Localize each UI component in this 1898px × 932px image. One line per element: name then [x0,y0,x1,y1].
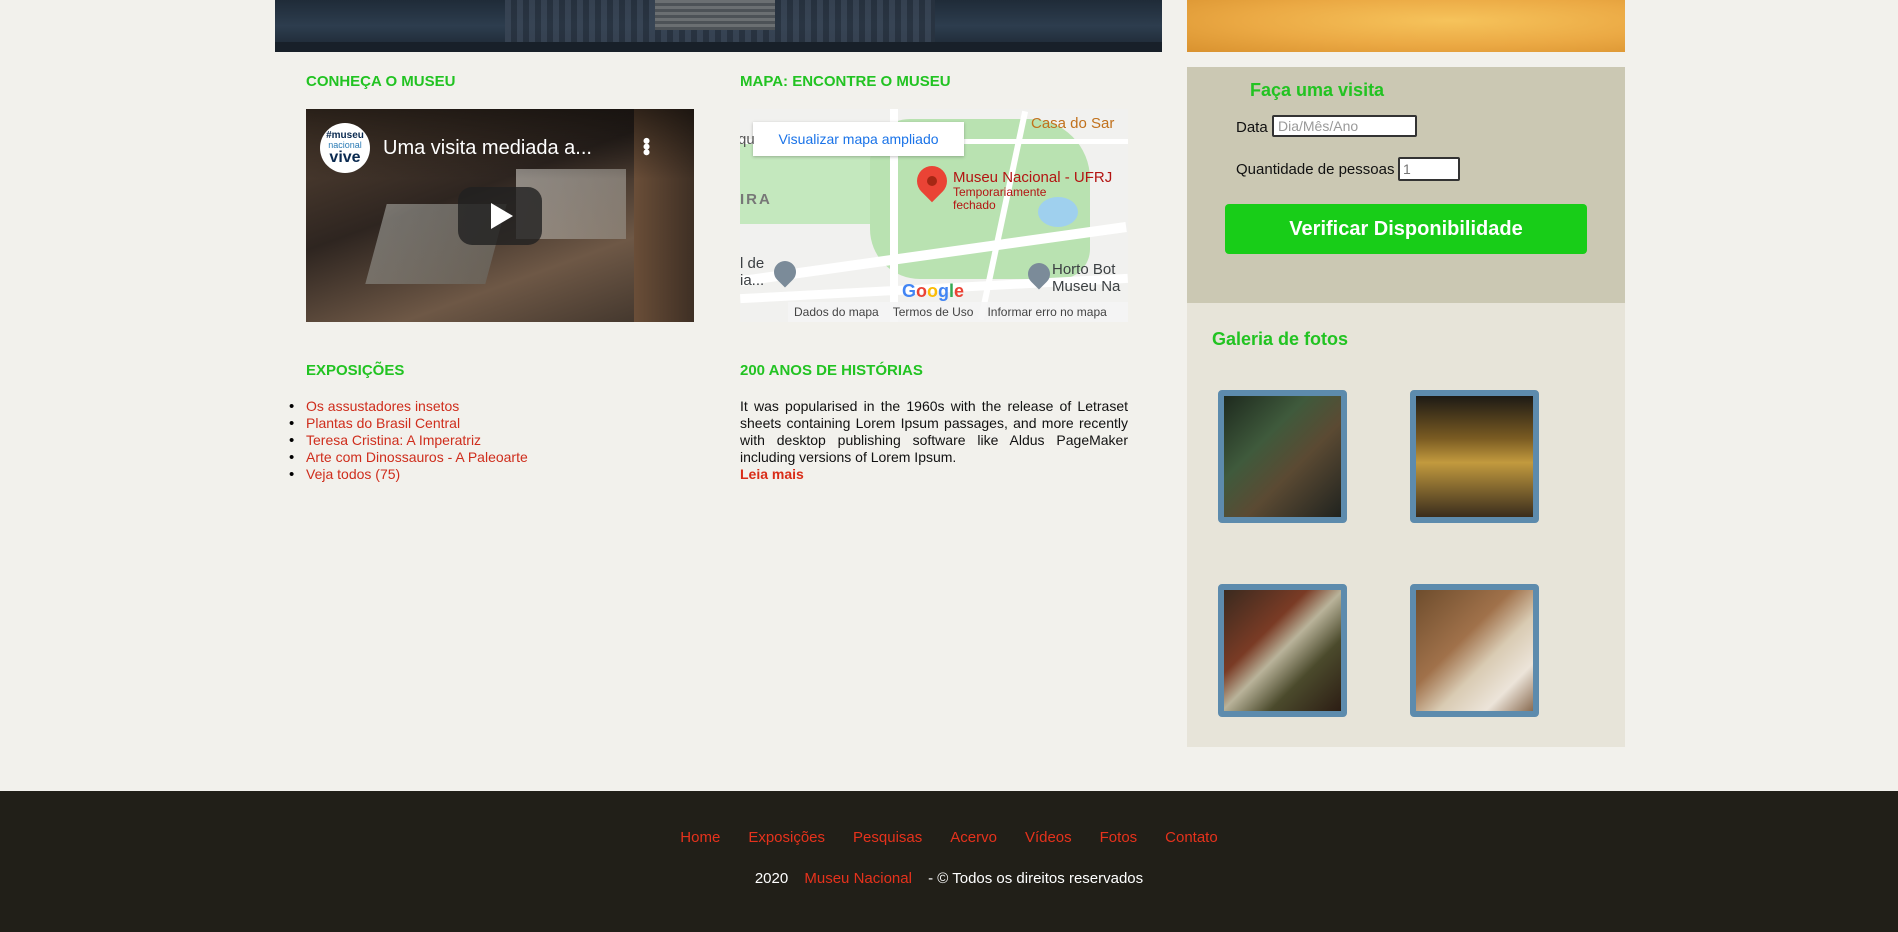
gallery-title: Galeria de fotos [1212,329,1349,349]
map-attribution-bar: Dados do mapa Termos de Uso Informar err… [788,302,1128,322]
footer-link-home[interactable]: Home [680,829,720,846]
map-place-status: Temporariamente fechado [953,185,1047,212]
google-logo: Google [902,281,964,302]
exhibition-link[interactable]: Plantas do Brasil Central [306,415,460,431]
map-section-title: MAPA: ENCONTRE O MUSEU [740,73,951,90]
footer-link-acervo[interactable]: Acervo [950,829,997,846]
exhibitions-section-title: EXPOSIÇÕES [306,362,405,379]
hero-side-image [1187,0,1625,52]
exhibition-link[interactable]: Teresa Cristina: A Imperatriz [306,432,481,448]
map-data-link[interactable]: Dados do mapa [794,305,879,319]
google-letter: G [902,281,917,301]
list-item: Veja todos (75) [289,466,528,483]
footer-link-videos[interactable]: Vídeos [1025,829,1072,846]
gallery-photo[interactable] [1218,390,1347,523]
google-letter: o [916,281,928,301]
channel-avatar-line1: #museu [326,129,364,141]
map-label-ira: IRA [740,191,772,208]
view-larger-map-link[interactable]: Visualizar mapa ampliado [753,122,964,156]
exhibition-link[interactable]: Os assustadores insetos [306,398,459,414]
map-label-ia: ia... [740,272,765,289]
people-quantity-label: Quantidade de pessoas [1236,161,1395,178]
footer-link-pesquisas[interactable]: Pesquisas [853,829,922,846]
map-terms-link[interactable]: Termos de Uso [893,305,974,319]
list-item: Plantas do Brasil Central [289,415,528,432]
visit-form-title: Faça uma visita [1250,80,1385,100]
gallery-photo[interactable] [1410,584,1539,717]
museum-section-title: CONHEÇA O MUSEU [306,73,456,90]
channel-avatar-line3: vive [329,148,361,166]
copyright-text: - © Todos os direitos reservados [928,870,1144,887]
map-label-horto: Horto Bot [1052,261,1116,278]
people-quantity-input[interactable] [1398,157,1460,181]
video-embed[interactable]: #museu nacional vive Uma visita mediada … [306,109,694,322]
google-letter: g [938,281,950,301]
list-item: Arte com Dinossauros - A Paleoarte [289,449,528,466]
date-input[interactable] [1272,115,1417,137]
channel-avatar[interactable]: #museu nacional vive [320,123,370,173]
map-label-museu-na: Museu Na [1052,278,1121,295]
map-label-casa: Casa do Sar [1031,115,1115,132]
list-item: Os assustadores insetos [289,398,528,415]
kebab-icon[interactable]: ••• [634,137,659,154]
copyright-year: 2020 [754,870,789,887]
see-all-exhibitions-link[interactable]: Veja todos (75) [306,466,400,482]
check-availability-button[interactable]: Verificar Disponibilidade [1225,204,1587,254]
read-more-link[interactable]: Leia mais [740,466,804,482]
play-icon[interactable] [458,187,542,245]
map-label-qu: qu [740,131,755,148]
exhibitions-list: Os assustadores insetos Plantas do Brasi… [289,398,528,483]
visit-form-panel [1187,67,1625,303]
gallery-photo[interactable] [1218,584,1347,717]
exhibition-link[interactable]: Arte com Dinossauros - A Paleoarte [306,449,528,465]
map-report-link[interactable]: Informar erro no mapa [987,305,1106,319]
map-place-name[interactable]: Museu Nacional - UFRJ [953,169,1112,186]
video-title[interactable]: Uma visita mediada a... [383,137,633,160]
footer-link-contato[interactable]: Contato [1165,829,1218,846]
history-text: It was popularised in the 1960s with the… [740,398,1128,465]
hero-image [275,0,1162,52]
map-embed[interactable]: Visualizar mapa ampliado Casa do Sar qu … [740,109,1128,322]
gallery-photo[interactable] [1410,390,1539,523]
footer-brand-link[interactable]: Museu Nacional [804,870,912,887]
footer-link-fotos[interactable]: Fotos [1100,829,1138,846]
history-section-title: 200 ANOS DE HISTÓRIAS [740,362,923,379]
google-letter: o [927,281,939,301]
date-label: Data [1236,119,1268,136]
copyright: 2020 Museu Nacional - © Todos os direito… [0,870,1898,887]
map-label-de: l de [740,255,765,272]
list-item: Teresa Cristina: A Imperatriz [289,432,528,449]
place-pin-icon[interactable] [769,256,801,288]
footer-nav: Home Exposições Pesquisas Acervo Vídeos … [0,829,1898,846]
site-footer [0,791,1898,932]
footer-link-exposicoes[interactable]: Exposições [748,829,825,846]
google-letter: e [954,281,965,301]
